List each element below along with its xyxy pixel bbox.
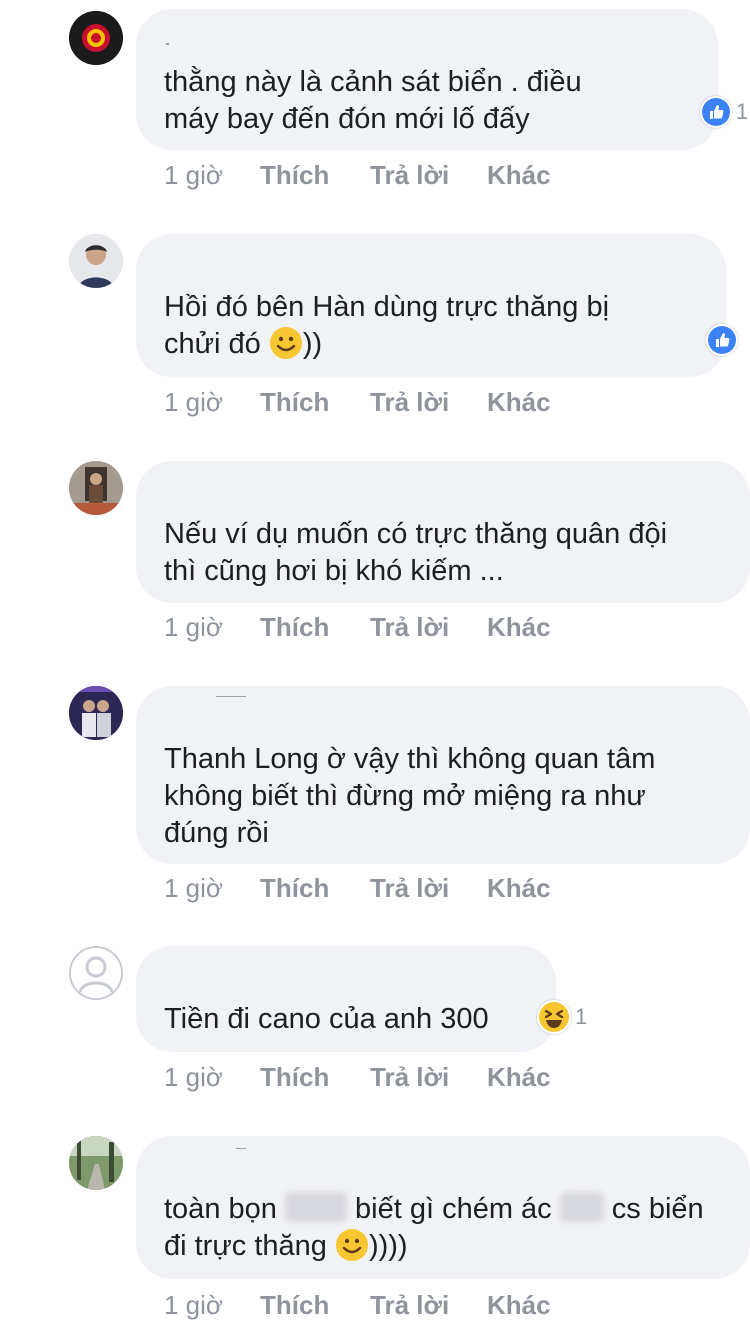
timestamp: 1 giờ — [164, 160, 223, 190]
like-button[interactable]: Thích — [260, 873, 329, 904]
reply-button[interactable]: Trả lời — [370, 612, 449, 643]
author-name — [216, 696, 246, 697]
comment-text-line: máy bay đến đón mới lố đấy — [164, 103, 530, 135]
like-icon — [708, 326, 736, 354]
group-photo-icon — [69, 686, 123, 740]
club-crest-icon — [69, 11, 123, 65]
like-button[interactable]: Thích — [260, 1290, 329, 1321]
comment-bubble[interactable]: Thanh Long ờ vậy thì không quan tâm khôn… — [136, 686, 750, 864]
comment-bubble[interactable]: toàn bọn biết gì chém ác cs biển đi trực… — [136, 1136, 750, 1279]
author-name — [166, 43, 169, 45]
redacted-text — [284, 1192, 347, 1222]
comment-text-line: đúng rồi — [164, 817, 269, 849]
reply-button[interactable]: Trả lời — [370, 387, 449, 418]
reply-button[interactable]: Trả lời — [370, 1290, 449, 1321]
more-button[interactable]: Khác — [487, 1062, 551, 1093]
timestamp: 1 giờ — [164, 873, 223, 903]
comment-text-line: đi trực thăng )))) — [164, 1228, 730, 1272]
smile-emoji-icon — [269, 326, 303, 370]
redacted-text — [559, 1192, 604, 1222]
avatar[interactable] — [69, 234, 123, 288]
reply-button[interactable]: Trả lời — [370, 160, 449, 191]
person-photo-icon — [69, 234, 123, 288]
comment-text-line: thằng này là cảnh sát biển . điều — [164, 66, 582, 98]
comment-bubble[interactable]: thằng này là cảnh sát biển . điều máy ba… — [136, 9, 718, 150]
person-photo-icon — [69, 461, 123, 515]
more-button[interactable]: Khác — [487, 1290, 551, 1321]
comment-text-line: chửi đó )) — [164, 326, 706, 370]
haha-icon — [539, 1002, 569, 1032]
comment-text-line: Thanh Long ờ vậy thì không quan tâm — [164, 743, 656, 775]
like-button[interactable]: Thích — [260, 612, 329, 643]
avatar[interactable] — [69, 461, 123, 515]
avatar[interactable] — [69, 946, 123, 1000]
comment-text-line: Tiền đi cano của anh 300 — [164, 1003, 489, 1035]
timestamp: 1 giờ — [164, 387, 223, 417]
nature-photo-icon — [69, 1136, 123, 1190]
avatar[interactable] — [69, 11, 123, 65]
timestamp: 1 giờ — [164, 1062, 223, 1092]
more-button[interactable]: Khác — [487, 873, 551, 904]
reaction-count[interactable] — [706, 324, 738, 356]
more-button[interactable]: Khác — [487, 160, 551, 191]
timestamp: 1 giờ — [164, 1290, 223, 1320]
more-button[interactable]: Khác — [487, 612, 551, 643]
reaction-count[interactable]: 1 — [537, 1000, 587, 1034]
like-button[interactable]: Thích — [260, 160, 329, 191]
like-button[interactable]: Thích — [260, 1062, 329, 1093]
comment-text-line: Hồi đó bên Hàn dùng trực thăng bị — [164, 291, 610, 323]
reply-button[interactable]: Trả lời — [370, 1062, 449, 1093]
timestamp: 1 giờ — [164, 612, 223, 642]
more-button[interactable]: Khác — [487, 387, 551, 418]
avatar[interactable] — [69, 686, 123, 740]
smile-emoji-icon — [335, 1228, 369, 1272]
reply-button[interactable]: Trả lời — [370, 873, 449, 904]
comment-bubble[interactable]: Hồi đó bên Hàn dùng trực thăng bị chửi đ… — [136, 234, 726, 377]
like-button[interactable]: Thích — [260, 387, 329, 418]
comment-text-line: toàn bọn biết gì chém ác cs biển — [164, 1192, 704, 1225]
like-icon — [702, 98, 730, 126]
comment-text-line: thì cũng hơi bị khó kiếm ... — [164, 555, 504, 587]
default-user-icon — [71, 948, 121, 998]
comment-text-line: không biết thì đừng mở miệng ra như — [164, 780, 646, 812]
comment-bubble[interactable]: Tiền đi cano của anh 300 — [136, 946, 556, 1052]
avatar[interactable] — [69, 1136, 123, 1190]
comment-text-line: Nếu ví dụ muốn có trực thăng quân đội — [164, 518, 668, 550]
reaction-count[interactable]: 1 — [700, 96, 748, 128]
comment-bubble[interactable]: Nếu ví dụ muốn có trực thăng quân đội th… — [136, 461, 750, 603]
author-name — [236, 1148, 246, 1149]
